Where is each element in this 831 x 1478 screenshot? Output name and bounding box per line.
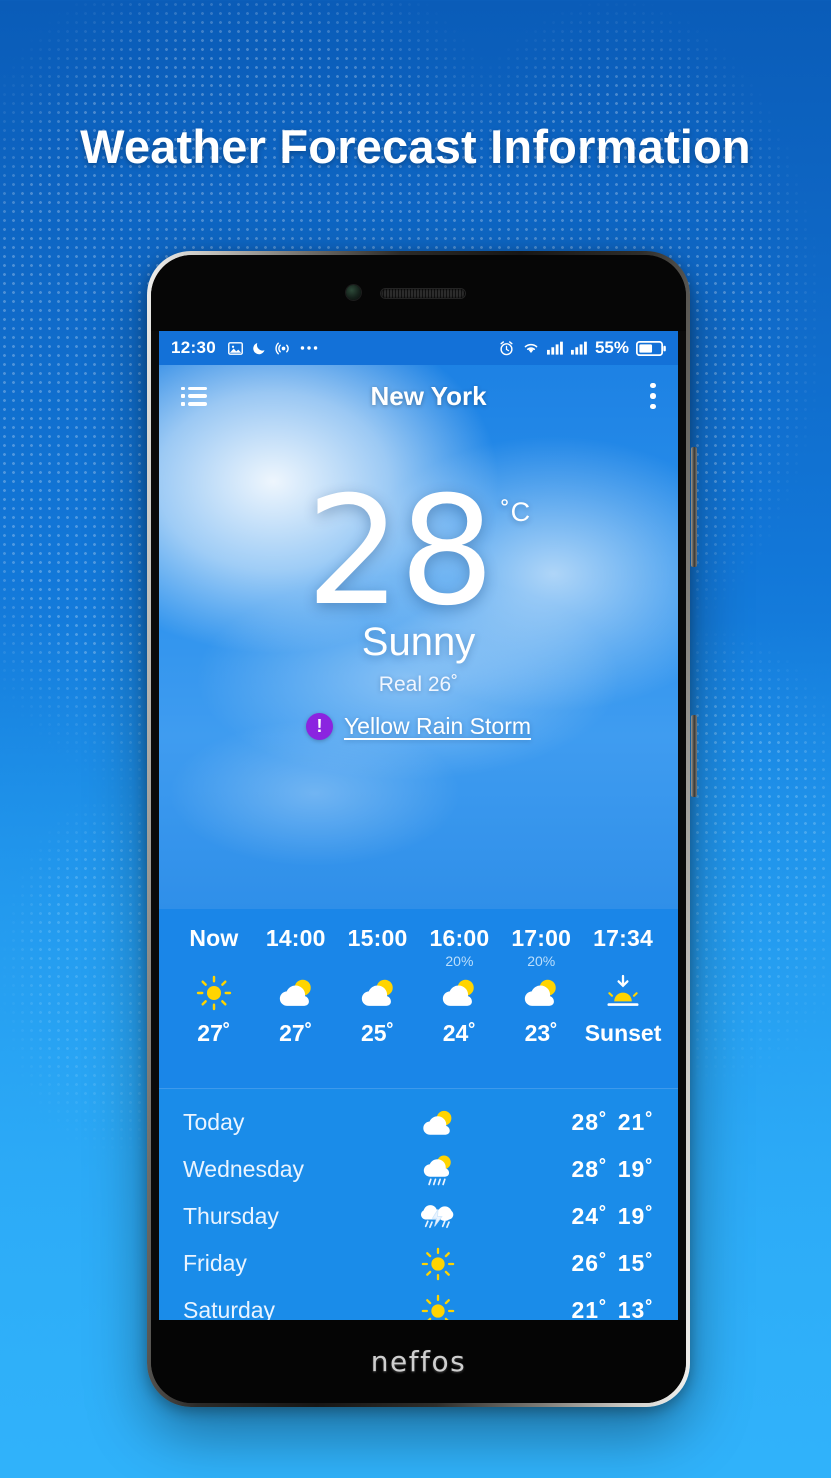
daily-row[interactable]: Friday 26˚ 15˚ — [159, 1240, 678, 1287]
phone-mockup: 12:30 55% New York 28 ˚C Sunny Real 26˚ … — [147, 251, 697, 1407]
battery-icon — [636, 340, 666, 356]
volume-button[interactable] — [691, 447, 697, 567]
current-conditions: 28 ˚C Sunny Real 26˚ ! Yellow Rain Storm — [159, 465, 678, 740]
day-high: 24˚ — [571, 1203, 608, 1229]
day-name: Wednesday — [183, 1156, 305, 1182]
signal-icon — [546, 341, 564, 355]
day-low: 15˚ — [617, 1250, 654, 1276]
hourly-forecast-strip[interactable]: Now 27˚ 14:00 27˚ 15:00 25˚ 16:00 20% 24… — [159, 909, 678, 1089]
day-name: Today — [183, 1109, 245, 1135]
day-low: 19˚ — [617, 1156, 654, 1182]
daily-row[interactable]: Today 28˚ 21˚ — [159, 1099, 678, 1146]
feels-like-temperature: Real 26˚ — [378, 672, 459, 696]
day-high: 28˚ — [571, 1156, 608, 1182]
day-name: Friday — [183, 1250, 247, 1276]
phone-top-bezel — [151, 255, 686, 331]
current-temperature: 28 — [305, 465, 495, 639]
day-high: 21˚ — [571, 1297, 608, 1320]
list-icon[interactable] — [181, 386, 207, 406]
hour-temperature: 27˚ — [279, 1020, 313, 1046]
day-low: 13˚ — [617, 1297, 654, 1320]
daily-forecast-list: Today 28˚ 21˚ Wednesday 28˚ 19˚ Thursday… — [159, 1089, 678, 1320]
hour-time: 17:00 — [511, 925, 572, 951]
temperature-unit: ˚C — [500, 497, 532, 527]
page-headline: Weather Forecast Information — [80, 120, 751, 173]
sunny-icon — [195, 970, 233, 1016]
day-low: 19˚ — [617, 1203, 654, 1229]
phone-bottom-bezel: neffos — [151, 1320, 686, 1403]
more-icon — [300, 345, 318, 351]
day-temperatures: 26˚ 15˚ — [572, 1250, 655, 1277]
signal-icon — [570, 341, 588, 355]
hour-temperature: 24˚ — [442, 1020, 477, 1046]
more-vertical-icon[interactable] — [650, 382, 656, 410]
partly-cloudy-icon — [356, 970, 400, 1016]
earpiece-speaker-icon — [380, 289, 465, 298]
phone-brand-logo: neffos — [370, 1345, 467, 1378]
daily-row[interactable]: Thursday 24˚ 19˚ — [159, 1193, 678, 1240]
day-temperatures: 28˚ 21˚ — [572, 1109, 655, 1136]
alert-exclamation-icon: ! — [305, 712, 333, 740]
hourly-item[interactable]: 14:00 27˚ — [255, 925, 337, 1074]
hour-precip-chance: 20% — [445, 953, 474, 969]
sunny-icon — [393, 1293, 483, 1320]
day-high: 28˚ — [571, 1109, 608, 1135]
hotspot-icon — [275, 340, 292, 357]
hour-time: 15:00 — [347, 925, 408, 951]
day-temperatures: 21˚ 13˚ — [572, 1297, 655, 1320]
day-name: Saturday — [183, 1297, 276, 1320]
status-bar: 12:30 55% — [159, 331, 678, 365]
current-condition: Sunny — [361, 619, 476, 664]
hour-temperature: 25˚ — [360, 1020, 395, 1046]
cloud-rain-sun-icon — [393, 1152, 483, 1188]
weather-alert-link[interactable]: ! Yellow Rain Storm — [305, 712, 532, 740]
hourly-item[interactable]: 16:00 20% 24˚ — [418, 925, 500, 1074]
status-time: 12:30 — [171, 338, 216, 357]
hourly-item[interactable]: 17:34 Sunset — [582, 925, 664, 1074]
app-bar: New York — [159, 365, 678, 427]
hour-temperature: 23˚ — [524, 1020, 558, 1046]
front-camera-icon — [345, 285, 361, 300]
hour-time: 17:34 — [593, 925, 653, 951]
hourly-item[interactable]: Now 27˚ — [173, 925, 255, 1074]
wifi-icon — [522, 341, 540, 355]
partly-cloudy-icon — [393, 1105, 483, 1141]
hour-temperature: 27˚ — [197, 1020, 231, 1046]
image-icon — [227, 340, 244, 357]
hour-temperature: Sunset — [584, 1020, 662, 1046]
day-high: 26˚ — [571, 1250, 608, 1276]
phone-screen: 12:30 55% New York 28 ˚C Sunny Real 26˚ … — [159, 331, 678, 1320]
hour-time: 14:00 — [265, 925, 326, 951]
partly-cloudy-icon — [274, 970, 318, 1016]
current-weather-hero: 12:30 55% New York 28 ˚C Sunny Real 26˚ … — [159, 331, 678, 909]
battery-percent: 55% — [594, 338, 629, 357]
daily-row[interactable]: Saturday 21˚ 13˚ — [159, 1287, 678, 1320]
alarm-icon — [498, 340, 515, 357]
power-button[interactable] — [691, 715, 697, 797]
partly-cloudy-icon — [519, 970, 563, 1016]
day-low: 21˚ — [617, 1109, 654, 1135]
moon-icon — [252, 340, 267, 356]
day-temperatures: 28˚ 19˚ — [572, 1156, 655, 1183]
hourly-item[interactable]: 17:00 20% 23˚ — [500, 925, 582, 1074]
hour-precip-chance: 20% — [527, 953, 556, 969]
partly-cloudy-icon — [437, 970, 481, 1016]
thunderstorm-icon — [393, 1199, 483, 1235]
sunny-icon — [393, 1246, 483, 1282]
hour-time: 16:00 — [429, 925, 490, 951]
day-name: Thursday — [183, 1203, 279, 1229]
alert-label: Yellow Rain Storm — [343, 712, 532, 739]
day-temperatures: 24˚ 19˚ — [572, 1203, 655, 1230]
page-title: New York — [370, 380, 487, 411]
sunset-icon — [601, 970, 645, 1016]
daily-row[interactable]: Wednesday 28˚ 19˚ — [159, 1146, 678, 1193]
hourly-item[interactable]: 15:00 25˚ — [337, 925, 419, 1074]
hour-time: Now — [189, 925, 239, 951]
